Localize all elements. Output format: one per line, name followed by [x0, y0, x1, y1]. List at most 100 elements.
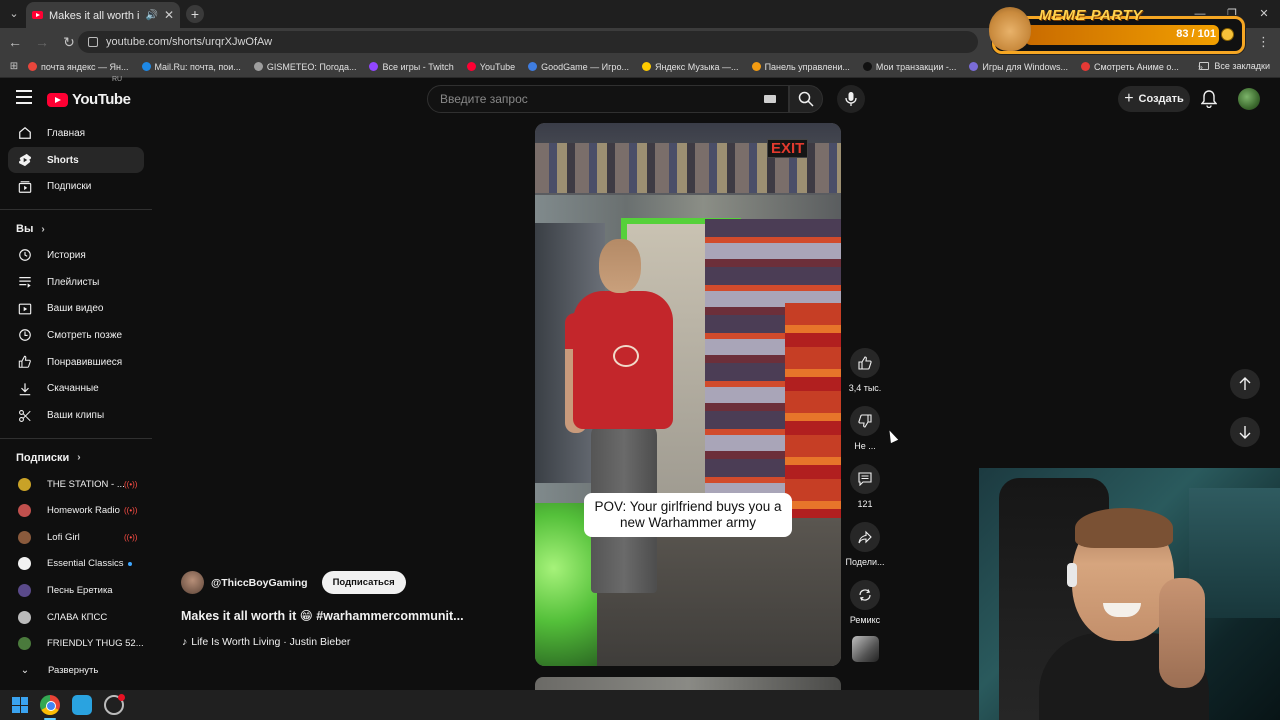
subscription-item[interactable]: Песнь Еретика — [0, 577, 152, 604]
forward-icon[interactable]: → — [30, 34, 54, 50]
bookmark-item[interactable]: GoodGame — Игро... — [528, 62, 629, 72]
bookmark-item[interactable]: почта яндекс — Ян... — [28, 62, 129, 72]
share-button[interactable] — [850, 522, 880, 552]
omnibox[interactable]: youtube.com/shorts/urqrXJwOfAw — [78, 31, 978, 53]
sidebar-item-label: История — [47, 249, 86, 261]
next-short-button[interactable] — [1230, 417, 1260, 447]
plus-icon: + — [1124, 90, 1134, 107]
bookmark-favicon-icon — [751, 62, 761, 71]
chrome-taskbar-icon[interactable] — [40, 695, 60, 720]
bookmark-item[interactable]: YouTube — [466, 62, 515, 72]
bookmark-item[interactable]: Яндекс Музыка —... — [641, 62, 739, 72]
microphone-icon — [845, 92, 857, 106]
subscriptions-icon — [18, 180, 32, 194]
remix-button[interactable] — [850, 580, 880, 610]
all-bookmarks-button[interactable]: Все закладки — [1199, 61, 1270, 71]
notifications-bell-icon[interactable] — [1201, 90, 1217, 108]
sidebar-expand-button[interactable]: ⌄ Развернуть — [0, 657, 152, 684]
sidebar-item-home[interactable]: Главная — [0, 120, 144, 147]
keyboard-icon[interactable] — [764, 95, 776, 103]
sidebar-item-shorts[interactable]: Shorts — [8, 146, 144, 174]
channel-avatar — [18, 584, 31, 598]
live-indicator-icon: ((•)) — [124, 479, 138, 489]
url-text[interactable]: youtube.com/shorts/urqrXJwOfAw — [106, 36, 272, 48]
subscription-item[interactable]: FRIENDLY THUG 52... — [0, 630, 152, 657]
comments-action[interactable]: 121 — [842, 464, 888, 509]
comments-button[interactable] — [850, 464, 880, 494]
like-button[interactable] — [850, 348, 880, 378]
sidebar-item-downloads[interactable]: Скачанные — [0, 376, 144, 403]
windows-start-icon[interactable] — [12, 697, 28, 713]
create-button[interactable]: + Создать — [1118, 86, 1190, 112]
dislike-action[interactable]: Не ... — [842, 406, 888, 451]
search-input[interactable]: Введите запрос — [427, 85, 789, 113]
telegram-taskbar-icon[interactable] — [72, 695, 92, 715]
bookmark-item[interactable]: Игры для Windows... — [969, 62, 1068, 72]
sidebar-subscriptions-header[interactable]: Подписки › — [0, 445, 152, 471]
channel-avatar[interactable] — [181, 571, 204, 594]
sound-action[interactable] — [842, 636, 888, 662]
new-tab-button[interactable]: + — [186, 5, 204, 23]
sidebar-you-header[interactable]: Вы › — [0, 216, 152, 242]
bookmark-item[interactable]: GISMETEO: Погода... — [253, 62, 356, 72]
sound-link[interactable]: ♪ Life Is Worth Living · Justin Bieber — [182, 636, 350, 648]
audio-playing-icon[interactable]: 🔊 — [145, 10, 157, 21]
tab-close-icon[interactable]: ✕ — [164, 8, 174, 22]
subscription-label: THE STATION - ... — [47, 478, 125, 490]
browser-menu-icon[interactable]: ⋮ — [1257, 34, 1270, 50]
site-info-icon[interactable] — [88, 37, 98, 47]
voice-search-button[interactable] — [837, 85, 865, 113]
short-video-player[interactable]: EXIT POV: Your girlfriend buys you a new… — [535, 123, 841, 666]
next-short-preview[interactable] — [535, 677, 841, 690]
video-person-head — [599, 239, 641, 293]
search-button[interactable] — [789, 85, 823, 113]
app-taskbar-icon[interactable] — [104, 694, 125, 715]
share-arrow-icon — [858, 530, 872, 544]
menu-icon[interactable] — [16, 90, 32, 104]
bookmark-item[interactable]: Mail.Ru: почта, пои... — [141, 62, 241, 72]
subscription-item[interactable]: Essential Classics — [0, 551, 152, 578]
sidebar-item-watch-later[interactable]: Смотреть позже — [0, 322, 144, 349]
notification-badge — [118, 694, 125, 701]
bookmark-favicon-icon — [253, 62, 263, 71]
browser-tab[interactable]: Makes it all worth it 😁 #w 🔊 ✕ — [26, 2, 180, 28]
previous-short-button[interactable] — [1230, 369, 1260, 399]
channel-name[interactable]: @ThiccBoyGaming — [211, 577, 308, 589]
sidebar-item-playlists[interactable]: Плейлисты — [0, 269, 144, 296]
bookmark-item[interactable]: Панель управлени... — [751, 62, 850, 72]
sidebar-item-subscriptions[interactable]: Подписки — [0, 173, 144, 200]
subscription-item[interactable]: Lofi Girl ((•)) — [0, 524, 152, 551]
close-window-icon[interactable]: ✕ — [1248, 0, 1280, 28]
sidebar-item-label: Shorts — [47, 154, 79, 166]
like-count: 3,4 тыс. — [848, 383, 882, 393]
subscribe-button[interactable]: Подписаться — [321, 571, 406, 594]
sidebar-item-history[interactable]: История — [0, 242, 144, 269]
sidebar-item-clips[interactable]: Ваши клипы — [0, 402, 144, 429]
apps-grid-icon[interactable]: ⊞ — [0, 61, 28, 72]
meme-party-widget: MEME PARTY 83 / 101 — [989, 7, 1245, 54]
tab-search-chevron-icon[interactable]: ⌄ — [6, 6, 22, 22]
new-content-dot-icon — [128, 561, 132, 566]
sidebar-item-your-videos[interactable]: Ваши видео — [0, 295, 144, 322]
yt-header: YouTube RU Введите запрос + Создать — [0, 76, 1280, 120]
remix-action[interactable]: Ремикс — [842, 580, 888, 625]
subscription-item[interactable]: Homework Radio ((•)) — [0, 497, 152, 524]
sound-thumbnail[interactable] — [851, 636, 879, 662]
account-avatar[interactable] — [1238, 88, 1260, 110]
subscription-item[interactable]: THE STATION - ... ((•)) — [0, 471, 152, 498]
short-title[interactable]: Makes it all worth it 😁 #warhammercommun… — [181, 608, 464, 623]
all-bookmarks-label: Все закладки — [1214, 61, 1270, 71]
like-action[interactable]: 3,4 тыс. — [842, 348, 888, 393]
bookmark-item[interactable]: Смотреть Аниме о... — [1081, 62, 1179, 72]
youtube-logo[interactable]: YouTube — [47, 91, 131, 108]
sidebar-item-liked[interactable]: Понравившиеся — [0, 349, 144, 376]
dislike-button[interactable] — [850, 406, 880, 436]
subscription-label: Essential Classics — [47, 558, 124, 570]
share-action[interactable]: Подели... — [842, 522, 888, 567]
back-icon[interactable]: ← — [3, 34, 27, 50]
channel-avatar — [18, 637, 31, 651]
bookmark-item[interactable]: Все игры - Twitch — [369, 62, 454, 72]
subscription-item[interactable]: СЛАВА КПСС — [0, 604, 152, 631]
bookmark-item[interactable]: Мои транзакции -... — [862, 62, 956, 72]
sidebar-main-section: Главная Shorts Подписки — [0, 120, 152, 200]
